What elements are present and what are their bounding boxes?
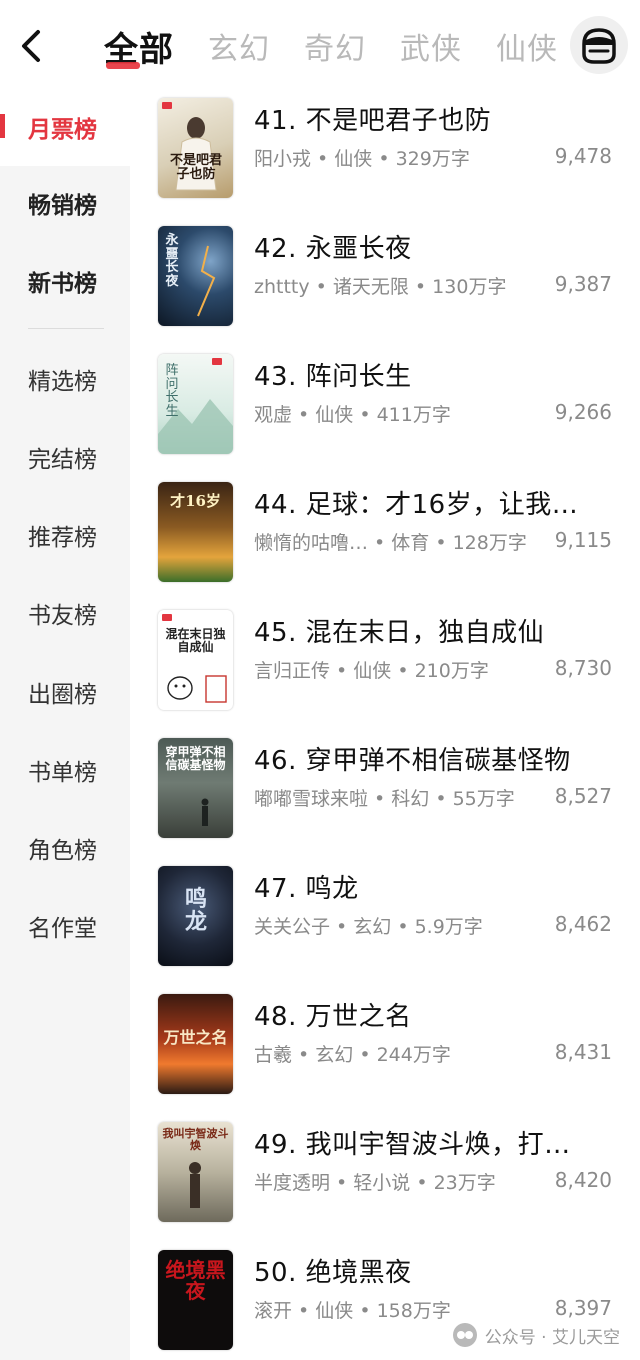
sidebar-item-character[interactable]: 角色榜 xyxy=(0,809,130,887)
profile-button[interactable] xyxy=(570,16,628,74)
sidebar-divider xyxy=(28,328,104,329)
book-cover: 万世之名 xyxy=(158,994,233,1094)
book-cover: 永噩长夜 xyxy=(158,226,233,326)
cover-cartoon-art xyxy=(167,675,227,703)
watermark-text: 公众号 · 艾儿天空 xyxy=(484,1327,620,1348)
ticket-count: 9,478 xyxy=(554,144,612,168)
sidebar-item-booklist[interactable]: 书单榜 xyxy=(0,731,130,809)
tab-xianxia[interactable]: 仙侠 xyxy=(496,24,558,68)
ticket-count: 8,730 xyxy=(554,656,612,680)
book-cover: 不是吧君子也防 xyxy=(158,98,233,198)
book-cover: 穿甲弹不相信碳基怪物 xyxy=(158,738,233,838)
book-title: 46. 穿甲弹不相信碳基怪物 xyxy=(254,746,571,776)
list-item[interactable]: 我叫宇智波斗焕 49. 我叫宇智波斗焕，打… 半度透明 • 轻小说 • 23万字… xyxy=(130,1112,640,1240)
wechat-icon xyxy=(452,1323,477,1347)
cover-figure-art xyxy=(175,117,217,191)
ticket-count: 8,397 xyxy=(554,1296,612,1320)
book-cover: 才16岁 xyxy=(158,482,233,582)
ranking-sidebar: 月票榜 畅销榜 新书榜 精选榜 完结榜 推荐榜 书友榜 出圈榜 书单榜 角色榜 … xyxy=(0,88,130,1360)
sidebar-item-breakout[interactable]: 出圈榜 xyxy=(0,653,130,731)
book-cover: 绝境黑夜 xyxy=(158,1250,233,1350)
cover-text: 永噩长夜 xyxy=(165,233,179,289)
list-item[interactable]: 不是吧君子也防 41. 不是吧君子也防 阳小戎 • 仙侠 • 329万字 9,4… xyxy=(130,88,640,216)
cover-soldier-art xyxy=(201,798,209,826)
cover-text: 阵问长生 xyxy=(165,363,179,419)
book-title: 47. 鸣龙 xyxy=(254,874,359,904)
book-meta: 关关公子 • 玄幻 • 5.9万字 xyxy=(254,916,483,938)
book-cover: 鸣龙 xyxy=(158,866,233,966)
book-meta: 言归正传 • 仙侠 • 210万字 xyxy=(254,660,489,682)
book-title: 42. 永噩长夜 xyxy=(254,234,412,264)
sidebar-item-selected[interactable]: 精选榜 xyxy=(0,340,130,418)
sidebar-item-completed[interactable]: 完结榜 xyxy=(0,418,130,496)
tab-wuxia[interactable]: 武侠 xyxy=(400,24,462,68)
book-ranking-list: 不是吧君子也防 41. 不是吧君子也防 阳小戎 • 仙侠 • 329万字 9,4… xyxy=(130,88,640,1360)
list-item[interactable]: 永噩长夜 42. 永噩长夜 zhttty • 诸天无限 • 130万字 9,38… xyxy=(130,216,640,344)
book-meta: zhttty • 诸天无限 • 130万字 xyxy=(254,276,507,298)
book-title: 50. 绝境黑夜 xyxy=(254,1258,412,1288)
book-title: 43. 阵问长生 xyxy=(254,362,412,392)
ticket-count: 8,431 xyxy=(554,1040,612,1064)
book-title: 48. 万世之名 xyxy=(254,1002,412,1032)
tab-all[interactable]: 全部 xyxy=(104,22,174,71)
book-title: 49. 我叫宇智波斗焕，打… xyxy=(254,1130,571,1160)
back-button[interactable] xyxy=(14,24,50,68)
book-cover: 我叫宇智波斗焕 xyxy=(158,1122,233,1222)
book-meta: 懒惰的咕噜… • 体育 • 128万字 xyxy=(254,532,527,554)
sidebar-item-readers[interactable]: 书友榜 xyxy=(0,574,130,652)
list-item[interactable]: 穿甲弹不相信碳基怪物 46. 穿甲弹不相信碳基怪物 嘟嘟雪球来啦 • 科幻 • … xyxy=(130,728,640,856)
cover-text: 绝境黑夜 xyxy=(165,1258,226,1303)
list-item[interactable]: 混在末日独自成仙 45. 混在末日，独自成仙 言归正传 • 仙侠 • 210万字… xyxy=(130,600,640,728)
list-item[interactable]: 才16岁 44. 足球：才16岁，让我… 懒惰的咕噜… • 体育 • 128万字… xyxy=(130,472,640,600)
list-item[interactable]: 鸣龙 47. 鸣龙 关关公子 • 玄幻 • 5.9万字 8,462 xyxy=(130,856,640,984)
ticket-count: 8,527 xyxy=(554,784,612,808)
sidebar-item-new-books[interactable]: 新书榜 xyxy=(0,242,130,320)
tab-xuanhuan[interactable]: 玄幻 xyxy=(208,24,270,68)
book-meta: 半度透明 • 轻小说 • 23万字 xyxy=(254,1172,496,1194)
cover-text: 鸣龙 xyxy=(184,886,207,936)
ticket-count: 9,387 xyxy=(554,272,612,296)
sidebar-item-hall-of-fame[interactable]: 名作堂 xyxy=(0,887,130,965)
sidebar-item-bestseller[interactable]: 畅销榜 xyxy=(0,164,130,242)
wechat-watermark: 公众号 · 艾儿天空 xyxy=(452,1320,620,1350)
book-cover: 阵问长生 xyxy=(158,354,233,454)
ticket-count: 8,420 xyxy=(554,1168,612,1192)
cover-text: 万世之名 xyxy=(163,1028,228,1047)
book-meta: 滚开 • 仙侠 • 158万字 xyxy=(254,1300,451,1322)
person-face-icon xyxy=(582,28,616,64)
chevron-left-icon xyxy=(22,30,40,62)
book-title: 45. 混在末日，独自成仙 xyxy=(254,618,545,648)
category-tabs: 全部 玄幻 奇幻 武侠 仙侠 xyxy=(104,18,592,74)
book-title: 41. 不是吧君子也防 xyxy=(254,106,492,136)
book-title: 44. 足球：才16岁，让我… xyxy=(254,490,579,520)
ticket-count: 9,115 xyxy=(554,528,612,552)
list-item[interactable]: 万世之名 48. 万世之名 古羲 • 玄幻 • 244万字 8,431 xyxy=(130,984,640,1112)
book-meta: 嘟嘟雪球来啦 • 科幻 • 55万字 xyxy=(254,788,515,810)
ticket-count: 8,462 xyxy=(554,912,612,936)
list-item[interactable]: 阵问长生 43. 阵问长生 观虚 • 仙侠 • 411万字 9,266 xyxy=(130,344,640,472)
sidebar-item-recommended[interactable]: 推荐榜 xyxy=(0,496,130,574)
book-meta: 古羲 • 玄幻 • 244万字 xyxy=(254,1044,451,1066)
cover-text: 不是吧君子也防 xyxy=(169,153,222,182)
tab-qihuan[interactable]: 奇幻 xyxy=(304,24,366,68)
book-meta: 观虚 • 仙侠 • 411万字 xyxy=(254,404,451,426)
top-bar: 全部 玄幻 奇幻 武侠 仙侠 xyxy=(0,0,640,92)
sidebar-item-monthly-ticket[interactable]: 月票榜 xyxy=(0,88,130,166)
ticket-count: 9,266 xyxy=(554,400,612,424)
book-cover: 混在末日独自成仙 xyxy=(158,610,233,710)
book-meta: 阳小戎 • 仙侠 • 329万字 xyxy=(254,148,470,170)
cover-text: 才16岁 xyxy=(170,492,221,510)
cover-figure-art xyxy=(189,1162,201,1208)
